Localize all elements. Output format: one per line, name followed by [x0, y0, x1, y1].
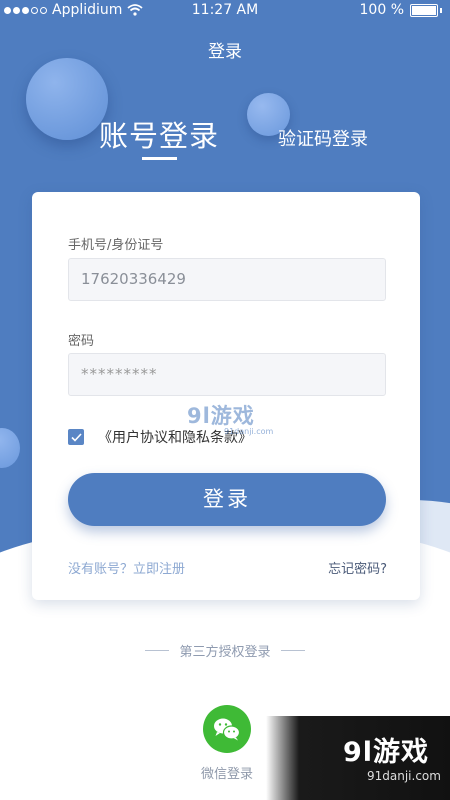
tab-account-login[interactable]: 账号登录: [99, 113, 219, 155]
forgot-password-link[interactable]: 忘记密码?: [328, 558, 387, 577]
status-bar: Applidium 11:27 AM 100 %: [0, 0, 450, 22]
decorative-bubble: [0, 428, 20, 468]
login-button[interactable]: 登录: [68, 473, 386, 526]
tab-active-indicator: [142, 157, 177, 160]
corner-watermark-url: 91danji.com: [367, 769, 441, 783]
third-party-divider: 第三方授权登录: [0, 641, 450, 660]
checkbox-checked-icon[interactable]: [68, 429, 84, 445]
battery-icon: [410, 3, 438, 17]
password-label: 密码: [68, 334, 95, 349]
page-title: 登录: [208, 42, 242, 62]
phone-input[interactable]: 17620336429: [68, 258, 386, 301]
battery-percent: 100 %: [359, 2, 404, 18]
login-card: 手机号/身份证号 17620336429 密码 ********* 《用户协议和…: [32, 192, 420, 600]
third-party-title: 第三方授权登录: [179, 645, 271, 660]
wechat-icon[interactable]: [203, 705, 251, 753]
register-link[interactable]: 没有账号？立即注册: [68, 558, 185, 577]
phone-label: 手机号/身份证号: [68, 238, 164, 253]
tab-sms-login[interactable]: 验证码登录: [278, 125, 368, 151]
corner-watermark-logo: 9l游戏: [343, 737, 430, 768]
watermark-logo: 9l游戏: [187, 404, 255, 428]
decorative-bubble: [26, 58, 108, 140]
watermark-url: 91danji.com: [224, 427, 274, 436]
password-input[interactable]: *********: [68, 353, 386, 396]
